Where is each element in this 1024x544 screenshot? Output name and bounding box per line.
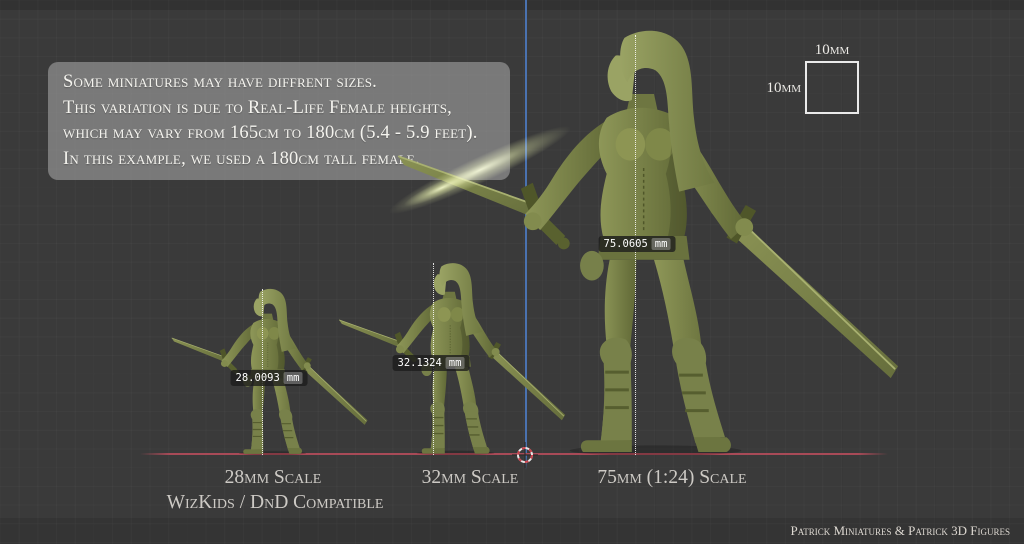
measure-unit: mm [284, 372, 303, 384]
scale-caption-75mm: 75mm (1:24) Scale [597, 467, 746, 489]
footer-credit: Patrick Miniatures & Patrick 3D Figures [790, 523, 1010, 539]
measure-label-28mm: 28.0093 mm [231, 370, 308, 386]
scale-caption-28mm: 28mm Scale [225, 467, 322, 489]
measure-unit: mm [446, 357, 465, 369]
scale-caption-32mm: 32mm Scale [422, 467, 519, 489]
viewport-canvas[interactable]: Some miniatures may have diffrent sizes.… [0, 0, 1024, 544]
measure-value: 28.0093 [236, 372, 280, 384]
measure-value: 75.0605 [604, 238, 648, 250]
measure-label-75mm: 75.0605 mm [599, 236, 676, 252]
measure-unit: mm [652, 238, 671, 250]
scale-caption-28mm-compat: WizKids / DnD Compatible [167, 492, 384, 514]
3d-cursor-icon [511, 441, 539, 469]
measure-label-32mm: 32.1324 mm [393, 355, 470, 371]
measure-value: 32.1324 [398, 357, 442, 369]
